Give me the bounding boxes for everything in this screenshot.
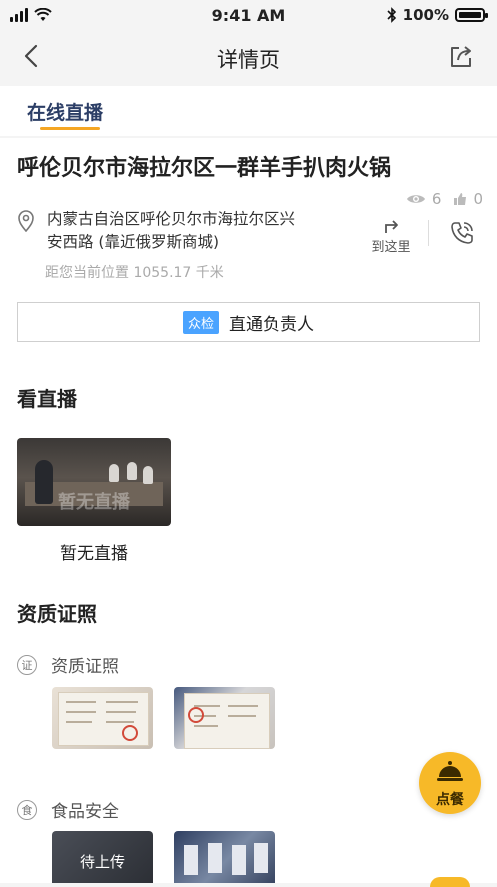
order-label: 点餐 — [436, 792, 464, 808]
status-bar: 9:41 AM 100% — [0, 0, 497, 32]
address-line-2: 安西路 (靠近俄罗斯商城) — [47, 233, 220, 251]
tab-live[interactable]: 在线直播 — [27, 98, 103, 125]
contact-manager-button[interactable]: 众检 直通负责人 — [17, 302, 480, 342]
serving-cloche-icon — [437, 761, 463, 781]
food-safety-row: 食 食品安全 — [17, 797, 119, 822]
address-line-1: 内蒙古自治区呼伦贝尔市海拉尔区兴 — [47, 210, 296, 228]
food-safety-label: 食品安全 — [51, 802, 119, 822]
shop-address: 内蒙古自治区呼伦贝尔市海拉尔区兴 安西路 (靠近俄罗斯商城) — [47, 208, 347, 254]
thumbs-up-icon[interactable] — [453, 192, 467, 206]
food-safety-icon: 食 — [17, 799, 37, 820]
navigation-bar: 详情页 — [0, 32, 497, 82]
navigate-button[interactable]: 到这里 — [369, 218, 413, 255]
battery-icon — [455, 8, 488, 22]
contact-manager-label: 直通负责人 — [229, 314, 314, 335]
live-thumbnail[interactable]: 暂无直播 — [17, 438, 171, 526]
eye-icon — [406, 195, 425, 203]
navigate-label: 到这里 — [371, 240, 411, 255]
shop-stats: 6 0 — [406, 190, 483, 208]
bottom-floating-button[interactable] — [430, 877, 470, 887]
order-button[interactable]: 点餐 — [419, 752, 481, 814]
live-thumbnail-overlay: 暂无直播 — [58, 492, 130, 513]
shop-name: 呼伦贝尔市海拉尔区一群羊手扒肉火锅 — [17, 156, 392, 181]
distance-text: 距您当前位置 1055.17 千米 — [45, 265, 224, 281]
license-icon: 证 — [17, 654, 37, 675]
live-caption: 暂无直播 — [60, 544, 128, 564]
live-section-title: 看直播 — [17, 387, 77, 411]
pending-upload-text: 待上传 — [79, 853, 125, 871]
food-safety-pending-image[interactable]: 待上传 — [52, 831, 153, 883]
page-title: 详情页 — [217, 48, 280, 72]
location-pin-icon — [18, 210, 34, 232]
divider — [428, 220, 429, 246]
like-count: 0 — [473, 190, 483, 208]
business-license-image[interactable] — [174, 687, 275, 749]
view-count: 6 — [431, 190, 442, 208]
turn-right-icon — [385, 220, 398, 233]
address-row: 内蒙古自治区呼伦贝尔市海拉尔区兴 安西路 (靠近俄罗斯商城) 距您当前位置 10… — [17, 208, 487, 288]
license-label: 资质证照 — [51, 657, 119, 677]
food-safety-image[interactable] — [174, 831, 275, 883]
bluetooth-icon — [387, 7, 396, 23]
qualification-section-title: 资质证照 — [17, 602, 97, 626]
license-row: 证 资质证照 — [17, 652, 119, 677]
share-icon[interactable] — [447, 42, 475, 70]
license-image[interactable] — [52, 687, 153, 749]
active-tab-indicator — [40, 127, 100, 130]
phone-icon[interactable] — [449, 220, 475, 246]
battery-percent: 100% — [402, 6, 449, 24]
inspection-badge: 众检 — [182, 310, 219, 334]
